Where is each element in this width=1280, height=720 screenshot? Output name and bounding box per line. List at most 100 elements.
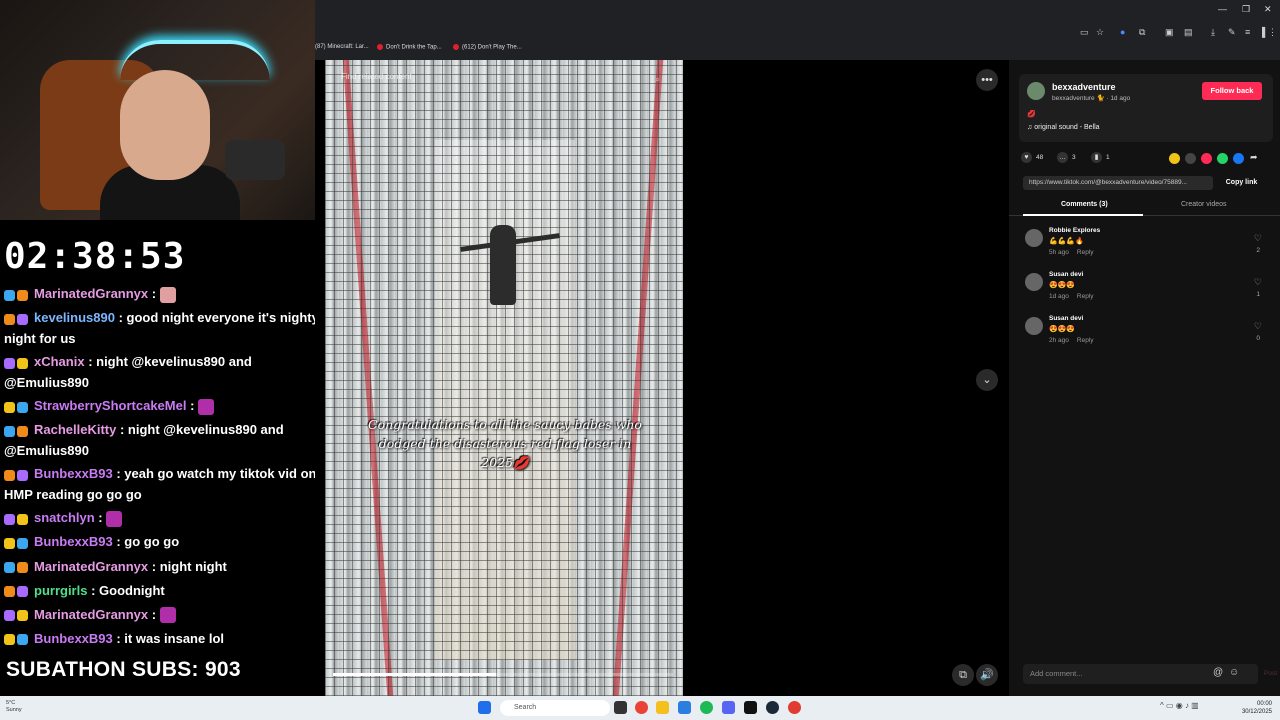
discord-icon[interactable] bbox=[722, 701, 735, 714]
heart-icon[interactable]: ♡ bbox=[1254, 233, 1262, 244]
edit-icon[interactable]: ✎ bbox=[1228, 27, 1236, 38]
more-options-icon[interactable]: ••• bbox=[976, 69, 998, 91]
streamer-head bbox=[120, 70, 210, 180]
share-tiktok-icon[interactable] bbox=[1201, 153, 1212, 164]
steam-icon[interactable] bbox=[766, 701, 779, 714]
badge-icon bbox=[4, 313, 15, 325]
obs-icon[interactable] bbox=[788, 701, 801, 714]
lock-icon[interactable]: ▣ bbox=[1165, 27, 1174, 38]
chat-username[interactable]: BunbexxB93 bbox=[34, 534, 113, 549]
taskbar-search[interactable]: Search bbox=[500, 700, 610, 716]
avatar[interactable] bbox=[1025, 229, 1043, 247]
chat-username[interactable]: StrawberryShortcakeMel bbox=[34, 398, 186, 413]
comment-item: Robbie Explores 💪💪💪🔥 5h ago Reply ♡ 2 bbox=[1025, 227, 1270, 267]
start-icon[interactable] bbox=[478, 701, 491, 714]
bookmark-tab-1[interactable]: (87) Minecraft: Lar... bbox=[315, 44, 369, 50]
facebook-icon[interactable] bbox=[1233, 153, 1244, 164]
chat-username[interactable]: snatchlyn bbox=[34, 510, 95, 525]
chat-badges bbox=[4, 353, 30, 373]
download-icon[interactable]: ⤓ bbox=[1211, 27, 1215, 38]
chat-username[interactable]: MarinatedGrannyx bbox=[34, 607, 148, 622]
post-button[interactable]: Post bbox=[1264, 670, 1277, 677]
comment-button[interactable]: … 3 bbox=[1057, 152, 1076, 163]
clock-date: 30/12/2025 bbox=[1241, 709, 1272, 715]
chat-username[interactable]: kevelinus890 bbox=[34, 310, 115, 325]
search-icon[interactable]: ⌕ bbox=[655, 74, 660, 85]
weather-widget[interactable]: 5°C Sunny bbox=[6, 700, 22, 714]
comment-author[interactable]: Susan devi bbox=[1049, 315, 1083, 322]
extension-icon[interactable]: ● bbox=[1120, 27, 1125, 37]
menu-icon[interactable]: ≡ bbox=[1245, 27, 1250, 37]
avatar[interactable] bbox=[1025, 273, 1043, 291]
chat-badges bbox=[4, 557, 30, 577]
reply-button[interactable]: Reply bbox=[1077, 249, 1094, 256]
chat-username[interactable]: RachelleKitty bbox=[34, 422, 116, 437]
maximize-icon[interactable]: ❐ bbox=[1242, 4, 1250, 15]
captions-icon[interactable]: ⧉ bbox=[952, 664, 974, 686]
minimize-icon[interactable]: — bbox=[1218, 4, 1227, 14]
reply-button[interactable]: Reply bbox=[1077, 293, 1094, 300]
badge-icon bbox=[17, 634, 28, 646]
find-related-input[interactable]: Find related content bbox=[341, 72, 671, 90]
tab-creator-videos[interactable]: Creator videos bbox=[1181, 201, 1227, 208]
webcam-feed bbox=[0, 0, 315, 220]
reply-button[interactable]: Reply bbox=[1077, 337, 1094, 344]
comment-time: 2h ago bbox=[1049, 337, 1069, 344]
chat-username[interactable]: purrgirls bbox=[34, 583, 87, 598]
chat-username[interactable]: BunbexxB93 bbox=[34, 631, 113, 646]
trash-icon[interactable]: ▤ bbox=[1184, 27, 1193, 38]
sound-link[interactable]: ♫ original sound - Bella bbox=[1027, 124, 1100, 131]
share-arrow-icon[interactable]: ➦ bbox=[1250, 152, 1258, 163]
chat-message: RachelleKitty : night @kevelinus890 and … bbox=[4, 420, 324, 461]
chat-username[interactable]: xChanix bbox=[34, 354, 85, 369]
clock[interactable]: 00:00 30/12/2025 bbox=[1232, 700, 1272, 716]
chevron-down-icon[interactable]: ⌄ bbox=[976, 369, 998, 391]
terminal-icon[interactable] bbox=[744, 701, 757, 714]
comment-author[interactable]: Susan devi bbox=[1049, 271, 1083, 278]
cast-icon[interactable]: ▭ bbox=[1080, 27, 1089, 38]
heart-icon[interactable]: ♡ bbox=[1254, 321, 1262, 332]
comment-author[interactable]: Robbie Explores bbox=[1049, 227, 1100, 234]
task-view-icon[interactable] bbox=[614, 701, 627, 714]
chat-username[interactable]: BunbexxB93 bbox=[34, 466, 113, 481]
badge-icon bbox=[4, 401, 15, 413]
comment-count: 3 bbox=[1072, 154, 1076, 162]
chrome-icon[interactable] bbox=[635, 701, 648, 714]
puzzle-icon[interactable]: ⧉ bbox=[1139, 27, 1145, 38]
file-explorer-icon[interactable] bbox=[656, 701, 669, 714]
tab-comments[interactable]: Comments (3) bbox=[1061, 201, 1108, 208]
avatar[interactable] bbox=[1027, 82, 1045, 100]
taskbar: 5°C Sunny Search ^ ▭ ◉ ♪ ▥ 00:00 30/12/2… bbox=[0, 696, 1280, 720]
app-icon[interactable] bbox=[678, 701, 691, 714]
video-details-panel: bexxadventure bexxadventure 🐈 · 1d ago F… bbox=[1009, 60, 1280, 696]
heart-icon[interactable]: ♡ bbox=[1254, 277, 1262, 288]
bookmark-star-icon[interactable]: ☆ bbox=[1096, 27, 1104, 38]
chat-username[interactable]: MarinatedGrannyx bbox=[34, 286, 148, 301]
video-url-field[interactable]: https://www.tiktok.com/@bexxadventure/vi… bbox=[1023, 176, 1213, 190]
embed-icon[interactable] bbox=[1185, 153, 1196, 164]
bookmark-tab-3[interactable]: (612) Don't Play The... bbox=[453, 44, 522, 51]
whatsapp-icon[interactable] bbox=[1217, 153, 1228, 164]
more-icon[interactable]: ⋮ bbox=[1268, 27, 1277, 38]
chat-message: MarinatedGrannyx : bbox=[4, 284, 324, 305]
close-icon[interactable]: ✕ bbox=[1264, 4, 1272, 15]
emoji-icon[interactable]: ☺ bbox=[1229, 667, 1239, 678]
spotify-icon[interactable] bbox=[700, 701, 713, 714]
mention-icon[interactable]: @ bbox=[1213, 667, 1223, 678]
like-button[interactable]: ♥ 48 bbox=[1021, 152, 1043, 163]
share-friends-icon[interactable] bbox=[1169, 153, 1180, 164]
chat-username[interactable]: MarinatedGrannyx bbox=[34, 559, 148, 574]
copy-link-button[interactable]: Copy link bbox=[1219, 176, 1264, 190]
comment-meta: 5h ago Reply bbox=[1049, 249, 1102, 256]
creator-name[interactable]: bexxadventure bbox=[1052, 82, 1116, 92]
follow-back-button[interactable]: Follow back bbox=[1202, 82, 1262, 100]
save-button[interactable]: ▮ 1 bbox=[1091, 152, 1110, 163]
bookmark-label: (612) Don't Play The... bbox=[462, 44, 522, 51]
volume-icon[interactable]: 🔊 bbox=[976, 664, 998, 686]
chat-text: : it was insane lol bbox=[112, 630, 224, 646]
video-player[interactable]: Find related content ⌕ Congratulations t… bbox=[325, 60, 683, 696]
system-tray-icons[interactable]: ^ ▭ ◉ ♪ ▥ bbox=[1160, 701, 1199, 710]
bookmark-tab-2[interactable]: Don't Drink the Tap... bbox=[377, 44, 442, 51]
video-progress-bar[interactable] bbox=[333, 673, 673, 676]
avatar[interactable] bbox=[1025, 317, 1043, 335]
